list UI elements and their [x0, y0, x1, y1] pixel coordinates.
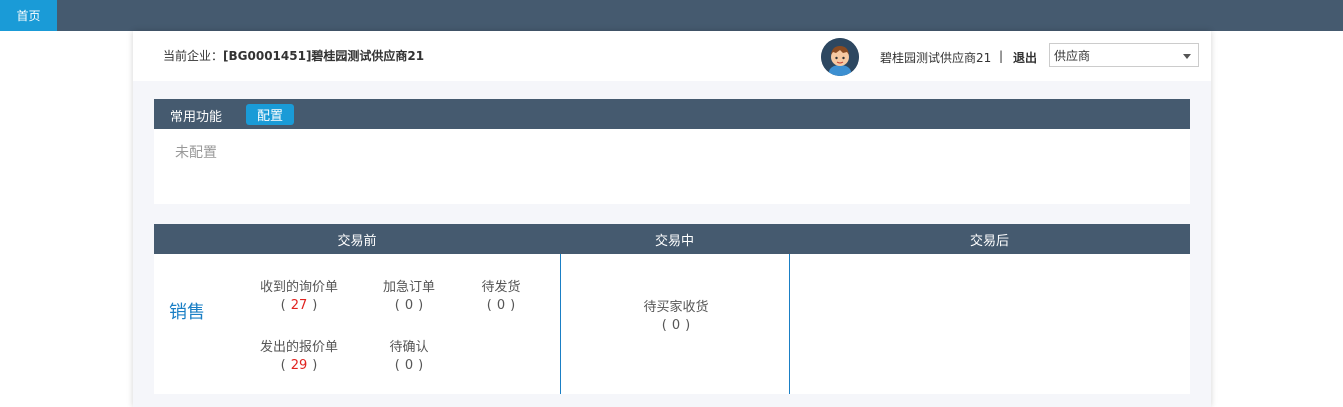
- stat-label: 待确认: [389, 340, 429, 355]
- stat-value-wrap: (0): [461, 298, 541, 313]
- paren-close: ): [510, 298, 516, 313]
- stat-value-wrap: (0): [624, 318, 728, 333]
- stat-sent-quotations[interactable]: 发出的报价单 (29): [246, 336, 352, 373]
- sales-row-label: 销售: [169, 302, 205, 323]
- top-nav-bar: 首页: [0, 0, 1343, 31]
- stat-urgent-orders[interactable]: 加急订单 (0): [369, 276, 449, 313]
- stat-value: 27: [290, 298, 308, 313]
- empty-state-text: 未配置: [175, 145, 217, 161]
- stat-value-wrap: (0): [369, 358, 449, 373]
- paren-open: (: [280, 358, 286, 373]
- company-value: [BG0001451]碧桂园测试供应商21: [223, 49, 425, 63]
- common-functions-title: 常用功能: [170, 110, 223, 125]
- stat-label: 收到的询价单: [259, 280, 338, 295]
- paren-close: ): [418, 298, 424, 313]
- username[interactable]: 碧桂园测试供应商21: [880, 49, 991, 66]
- paren-open: (: [280, 298, 286, 313]
- chevron-down-icon: [1183, 54, 1191, 59]
- page-header: 当前企业：[BG0001451]碧桂园测试供应商21 碧桂园测试供应商21 | …: [133, 31, 1211, 81]
- column-before-trade: 交易前: [337, 233, 377, 249]
- column-divider: [560, 254, 561, 394]
- role-select-value: 供应商: [1054, 48, 1091, 63]
- paren-close: ): [418, 358, 424, 373]
- company-label: 当前企业：: [163, 49, 224, 63]
- stat-value: 29: [290, 358, 308, 373]
- common-functions-header: 常用功能 配置: [154, 99, 1190, 129]
- main-panel: 当前企业：[BG0001451]碧桂园测试供应商21 碧桂园测试供应商21 | …: [133, 31, 1211, 407]
- stat-label: 待发货: [481, 280, 521, 295]
- logout-link[interactable]: 退出: [1013, 49, 1037, 66]
- stat-value: 0: [404, 298, 414, 313]
- stat-received-inquiries[interactable]: 收到的询价单 (27): [246, 276, 352, 313]
- stat-value: 0: [671, 318, 681, 333]
- stat-awaiting-buyer-receipt[interactable]: 待买家收货 (0): [624, 296, 728, 333]
- role-select[interactable]: 供应商: [1049, 43, 1199, 67]
- user-avatar-icon: [821, 38, 859, 76]
- stat-pending-confirmation[interactable]: 待确认 (0): [369, 336, 449, 373]
- stat-label: 加急订单: [382, 280, 435, 295]
- stat-value-wrap: (29): [246, 358, 352, 373]
- avatar[interactable]: [821, 38, 859, 76]
- trade-status-header: 交易前 交易中 交易后: [154, 224, 1190, 254]
- stat-value: 0: [404, 358, 414, 373]
- tab-home[interactable]: 首页: [0, 0, 57, 31]
- common-functions-box: 常用功能 配置 未配置: [154, 99, 1190, 204]
- column-divider: [789, 254, 790, 394]
- column-after-trade: 交易后: [969, 233, 1009, 249]
- paren-close: ): [685, 318, 691, 333]
- config-button[interactable]: 配置: [246, 104, 294, 125]
- stat-label: 发出的报价单: [259, 340, 338, 355]
- stat-value: 0: [496, 298, 506, 313]
- paren-close: ): [312, 358, 318, 373]
- current-company: 当前企业：[BG0001451]碧桂园测试供应商21: [163, 47, 424, 64]
- trade-status-box: 交易前 交易中 交易后 销售 收到的询价单 (27) 加急订单 (0) 待发货 …: [154, 224, 1190, 394]
- stat-value-wrap: (0): [369, 298, 449, 313]
- column-during-trade: 交易中: [654, 233, 694, 249]
- header-separator: |: [999, 49, 1004, 63]
- paren-close: ): [312, 298, 318, 313]
- stat-value-wrap: (27): [246, 298, 352, 313]
- stat-pending-shipment[interactable]: 待发货 (0): [461, 276, 541, 313]
- stat-label: 待买家收货: [643, 300, 709, 315]
